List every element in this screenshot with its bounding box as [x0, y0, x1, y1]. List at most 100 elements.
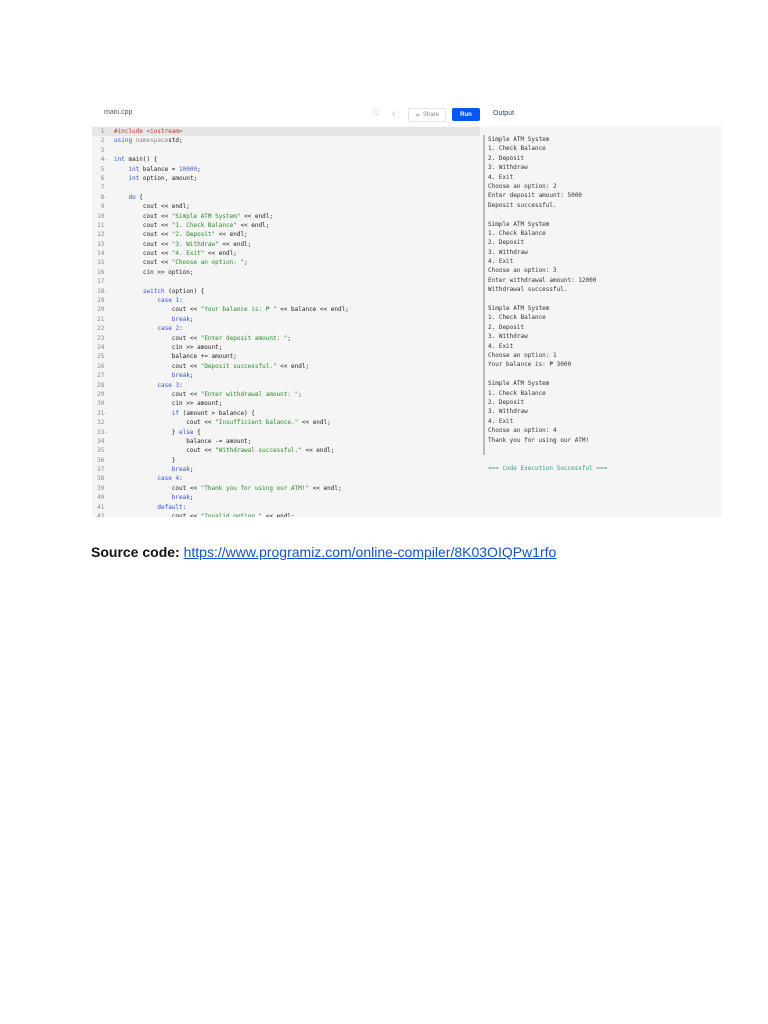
code-token: "Insufficient balance."	[215, 419, 299, 427]
code-token: "1. Check Balance"	[171, 221, 237, 229]
code-token: << endl;	[215, 231, 248, 239]
output-line: 3. Withdraw	[488, 408, 528, 416]
code-token: "Simple ATM System"	[171, 212, 241, 220]
code-token: if	[171, 409, 180, 417]
code-token: ;	[244, 259, 248, 267]
code-token: do	[128, 193, 136, 201]
code-line: 35 cout << "Withdrawal successful." << e…	[92, 446, 480, 455]
line-number: 35	[97, 447, 108, 455]
code-token: ;	[189, 494, 194, 502]
theme-toggle-icon[interactable]: ☾	[389, 108, 401, 120]
output-scrollbar[interactable]	[483, 135, 485, 455]
output-line: 3. Withdraw	[488, 248, 528, 256]
code-line: 21 break;	[92, 315, 480, 324]
code-editor[interactable]: 1 #include <iostream> 2 using namespacest…	[92, 127, 480, 517]
code-line: 29 cout << "Enter withdrawal amount: ";	[92, 390, 480, 399]
line-number: 6	[100, 174, 108, 182]
code-line: 1 #include <iostream>	[92, 127, 480, 137]
output-line: Deposit successful.	[488, 201, 557, 209]
code-token: ;	[197, 165, 201, 173]
code-token: }	[114, 456, 176, 464]
code-token: :	[179, 325, 183, 333]
line-number: 23	[97, 334, 108, 342]
line-number: 27	[97, 372, 108, 380]
code-token: << endl;	[276, 362, 310, 370]
file-tab[interactable]: main.cpp	[104, 109, 132, 116]
line-number: 3	[100, 146, 108, 154]
output-line: 4. Exit	[488, 173, 514, 181]
code-line: 39 cout << "Thank you for using our ATM!…	[92, 484, 480, 493]
code-token: switch	[142, 287, 165, 295]
output-line: 3. Withdraw	[488, 333, 528, 341]
line-number: 8-	[100, 193, 108, 201]
code-token: #include <iostream>	[114, 128, 183, 135]
line-number: 18-	[97, 287, 108, 295]
code-token: cout <<	[114, 390, 201, 398]
code-token: :	[179, 297, 183, 305]
code-token: "Withdrawal successful."	[215, 447, 302, 455]
code-line: 38 case 4:	[92, 474, 480, 483]
code-token: cout <<	[114, 259, 172, 267]
output-label: Output	[493, 110, 515, 117]
code-token: cout << endl;	[114, 203, 190, 211]
code-line: 12 cout << "2. Deposit" << endl;	[92, 230, 480, 239]
code-line: 32 cout << "Insufficient balance." << en…	[92, 418, 480, 427]
line-number: 33-	[97, 428, 108, 436]
code-token: "Deposit successful."	[200, 362, 277, 370]
line-number: 25	[97, 353, 108, 361]
line-number: 22	[97, 325, 108, 333]
code-line: 14 cout << "4. Exit" << endl;	[92, 249, 480, 258]
code-token: << endl;	[301, 447, 335, 455]
share-button[interactable]: ⋖ Share	[408, 108, 446, 122]
code-token: << endl;	[262, 513, 295, 517]
output-line: Choose an option: 4	[488, 427, 557, 435]
output-line: Choose an option: 3	[488, 267, 557, 275]
line-number: 2	[100, 137, 108, 145]
code-token: cout <<	[114, 231, 172, 239]
code-token: "2. Deposit"	[171, 231, 216, 239]
line-number: 36	[97, 456, 108, 464]
code-token: int	[128, 174, 140, 182]
code-line: 30 cin >> amount;	[92, 399, 480, 408]
code-line: 6 int option, amount;	[92, 174, 480, 183]
fullscreen-icon[interactable]: ⛶	[370, 108, 382, 120]
code-token: {	[135, 193, 143, 201]
code-line: 4- int main() {	[92, 155, 480, 164]
source-link[interactable]: https://www.programiz.com/online-compile…	[184, 544, 557, 560]
code-token: << endl;	[309, 484, 342, 492]
code-line: 9 cout << endl;	[92, 202, 480, 211]
code-token: cout <<	[114, 513, 201, 517]
code-line: 24 cin >> amount;	[92, 343, 480, 352]
code-token: break	[171, 372, 190, 380]
output-line: 4. Exit	[488, 342, 514, 350]
code-line: 15 cout << "Choose an option: ";	[92, 258, 480, 267]
line-number: 4-	[100, 156, 108, 164]
code-token: main() {	[124, 156, 158, 164]
code-token: ;	[189, 466, 194, 474]
line-number: 34	[97, 437, 108, 445]
run-button[interactable]: Run	[452, 108, 480, 121]
code-token: "Enter deposit amount: "	[200, 334, 288, 342]
code-line: 41 default:	[92, 503, 480, 512]
output-line: 2. Deposit	[488, 398, 525, 406]
share-icon: ⋖	[414, 112, 420, 119]
code-token: "Enter withdrawal amount: "	[200, 390, 299, 398]
line-number: 16	[97, 268, 108, 276]
code-token: 10000	[179, 165, 198, 173]
code-token: using	[114, 137, 133, 145]
code-token: }	[114, 428, 180, 436]
code-line: 26 cout << "Deposit successful." << endl…	[92, 362, 480, 371]
code-token: case	[157, 381, 172, 389]
code-token: ;	[298, 390, 302, 398]
line-number: 17	[97, 278, 108, 286]
code-line: 7	[92, 183, 480, 192]
code-line: 18- switch (option) {	[92, 287, 480, 296]
